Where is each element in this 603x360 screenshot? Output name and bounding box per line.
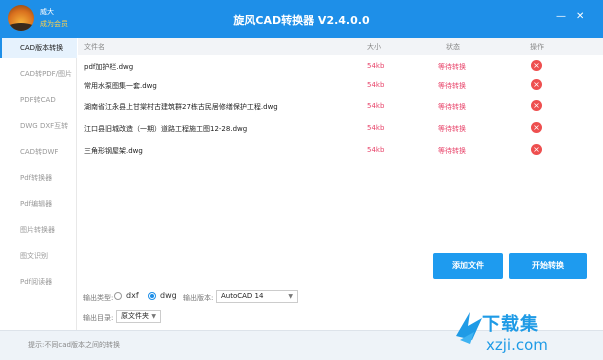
delete-icon[interactable]: ×	[531, 60, 542, 71]
delete-icon[interactable]: ×	[531, 100, 542, 111]
sidebar-item-pdf-reader[interactable]: Pdf阅读器	[0, 272, 77, 292]
watermark-text: 下载集	[482, 314, 539, 335]
column-header-status: 状态	[446, 43, 460, 51]
output-version-select[interactable]: AutoCAD 14 ▼	[216, 290, 298, 303]
radio-dxf-label[interactable]: dxf	[126, 291, 139, 300]
sidebar-item-dwg-dxf[interactable]: DWG DXF互转	[0, 116, 77, 136]
sidebar-item-cad-version[interactable]: CAD版本转换	[0, 38, 77, 58]
output-version-value: AutoCAD 14	[221, 292, 264, 300]
file-name: 三角形钢屋架.dwg	[84, 147, 143, 155]
title-bar: 威大 成为会员 旋风CAD转换器 V2.4.0.0 — ✕	[0, 0, 603, 38]
file-name: 湖南省江永县上甘棠村古建筑群27栋古民居修缮保护工程.dwg	[84, 103, 278, 111]
table-row[interactable]: 三角形钢屋架.dwg 54kb 等待转换 ×	[78, 139, 603, 161]
file-status: 等待转换	[438, 103, 466, 111]
file-table-header: 文件名 大小 状态 操作	[78, 38, 603, 55]
delete-icon[interactable]: ×	[531, 144, 542, 155]
file-name: 常用水泵图集一套.dwg	[84, 82, 157, 90]
file-name: 江口县旧城改造（一期）道路工程施工图12-28.dwg	[84, 125, 248, 133]
bird-logo-icon	[456, 312, 482, 344]
sidebar-item-image-converter[interactable]: 图片转换器	[0, 220, 77, 240]
start-convert-button[interactable]: 开始转换	[509, 253, 587, 279]
delete-icon[interactable]: ×	[531, 122, 542, 133]
sidebar-item-cad-to-dwf[interactable]: CAD转DWF	[0, 142, 77, 162]
minimize-button[interactable]: —	[556, 11, 566, 23]
column-header-size: 大小	[367, 43, 381, 51]
file-size: 54kb	[367, 102, 385, 110]
file-status: 等待转换	[438, 63, 466, 71]
file-status: 等待转换	[438, 147, 466, 155]
file-size: 54kb	[367, 81, 385, 89]
output-type-label: 输出类型:	[83, 294, 114, 302]
app-title: 旋风CAD转换器 V2.4.0.0	[233, 14, 370, 27]
output-dir-select[interactable]: 原文件夹 ▼	[116, 310, 161, 323]
sidebar-item-ocr[interactable]: 图文识别	[0, 246, 77, 266]
sidebar: CAD版本转换 CAD转PDF/图片 PDF转CAD DWG DXF互转 CAD…	[0, 38, 77, 330]
column-header-action: 操作	[530, 43, 544, 51]
file-status: 等待转换	[438, 125, 466, 133]
column-header-name: 文件名	[84, 43, 105, 51]
delete-icon[interactable]: ×	[531, 79, 542, 90]
table-row[interactable]: 常用水泵图集一套.dwg 54kb 等待转换 ×	[78, 74, 603, 96]
chevron-down-icon: ▼	[288, 293, 293, 300]
sidebar-item-pdf-to-cad[interactable]: PDF转CAD	[0, 90, 77, 110]
watermark-url: xzji.com	[486, 336, 548, 354]
site-watermark: 下载集 xzji.com	[452, 306, 602, 360]
status-hint: 提示:不同cad版本之间的转换	[28, 341, 120, 349]
output-version-label: 输出版本:	[183, 294, 214, 302]
file-size: 54kb	[367, 124, 385, 132]
chevron-down-icon: ▼	[151, 313, 156, 320]
radio-dwg[interactable]	[148, 292, 156, 300]
sidebar-item-pdf-editor[interactable]: Pdf编辑器	[0, 194, 77, 214]
sidebar-item-pdf-converter[interactable]: Pdf转换器	[0, 168, 77, 188]
add-file-button[interactable]: 添加文件	[433, 253, 503, 279]
table-row[interactable]: 湖南省江永县上甘棠村古建筑群27栋古民居修缮保护工程.dwg 54kb 等待转换…	[78, 95, 603, 117]
output-dir-value: 原文件夹	[121, 312, 149, 320]
output-dir-label: 输出目录:	[83, 314, 114, 322]
file-size: 54kb	[367, 146, 385, 154]
file-status: 等待转换	[438, 82, 466, 90]
radio-dxf[interactable]	[114, 292, 122, 300]
close-button[interactable]: ✕	[576, 11, 584, 23]
radio-dwg-label[interactable]: dwg	[160, 291, 177, 300]
sidebar-item-cad-to-pdf[interactable]: CAD转PDF/图片	[0, 64, 77, 84]
file-name: pdf加护栏.dwg	[84, 63, 134, 71]
file-size: 54kb	[367, 62, 385, 70]
table-row[interactable]: 江口县旧城改造（一期）道路工程施工图12-28.dwg 54kb 等待转换 ×	[78, 117, 603, 139]
